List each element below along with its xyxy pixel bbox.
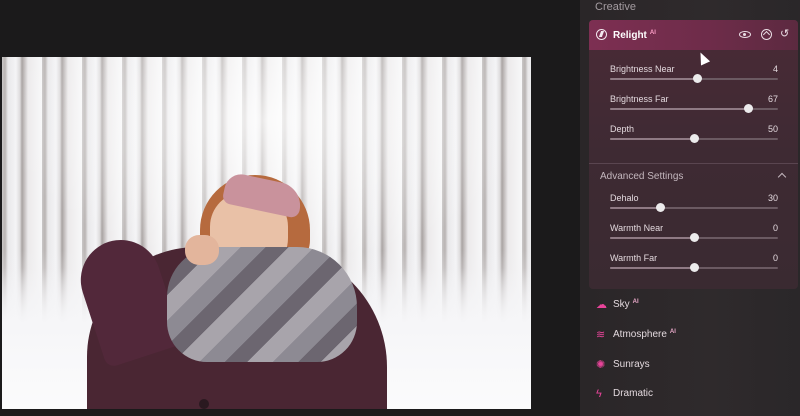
eye-icon[interactable]: [739, 31, 751, 38]
undo-icon[interactable]: ↺: [780, 29, 789, 40]
photo-hand: [185, 235, 219, 265]
ai-badge: AI: [632, 299, 639, 305]
slider-fill: [610, 207, 661, 209]
slider-value[interactable]: 4: [773, 64, 778, 74]
slider-depth[interactable]: Depth 50: [610, 124, 780, 148]
tool-label: Dramatic: [613, 388, 653, 399]
relight-icon: [596, 29, 607, 40]
tool-item-sky[interactable]: ☁ Sky AI: [596, 298, 776, 314]
slider-value[interactable]: 0: [773, 253, 778, 263]
slider-track[interactable]: [610, 263, 778, 272]
ai-badge: AI: [649, 30, 656, 36]
slider-dehalo[interactable]: Dehalo 30: [610, 193, 780, 217]
slider-fill: [610, 138, 694, 140]
slider-thumb[interactable]: [656, 203, 666, 212]
slider-track[interactable]: [610, 74, 778, 83]
tool-item-sunrays[interactable]: ✺ Sunrays: [596, 358, 776, 374]
tool-item-dramatic[interactable]: ϟ Dramatic: [596, 387, 776, 403]
slider-track[interactable]: [610, 203, 778, 212]
slider-label: Brightness Near: [610, 64, 675, 74]
slider-thumb[interactable]: [693, 74, 703, 83]
mask-icon[interactable]: [761, 29, 772, 40]
slider-value[interactable]: 67: [768, 94, 778, 104]
slider-thumb[interactable]: [690, 233, 699, 242]
relight-title-text: Relight: [613, 30, 647, 41]
slider-track[interactable]: [610, 104, 778, 113]
slider-fill: [610, 237, 694, 239]
slider-track[interactable]: [610, 233, 778, 242]
relight-panel: [589, 20, 798, 289]
sun-icon: ✺: [596, 359, 606, 371]
slider-thumb[interactable]: [743, 104, 753, 113]
slider-warmth-far[interactable]: Warmth Far 0: [610, 253, 780, 277]
divider: [589, 163, 798, 164]
slider-value[interactable]: 0: [773, 223, 778, 233]
waves-icon: ≋: [596, 329, 606, 341]
slider-thumb[interactable]: [690, 263, 699, 272]
slider-fill: [610, 108, 748, 110]
ai-badge: AI: [669, 329, 676, 335]
slider-value[interactable]: 30: [768, 193, 778, 203]
tool-label-text: Dramatic: [613, 388, 654, 399]
slider-brightness-near[interactable]: Brightness Near 4: [610, 64, 780, 88]
slider-label: Depth: [610, 124, 635, 134]
section-title: Creative: [595, 1, 636, 13]
photo-preview[interactable]: [2, 57, 531, 409]
slider-label: Warmth Far: [610, 253, 658, 263]
tool-label-text: Atmosphere: [613, 329, 667, 340]
cloud-icon: ☁: [596, 299, 607, 311]
slider-label: Brightness Far: [610, 94, 669, 104]
image-canvas[interactable]: [0, 0, 580, 416]
slider-label: Dehalo: [610, 193, 639, 203]
tool-label: Atmosphere AI: [613, 329, 676, 340]
slider-label: Warmth Near: [610, 223, 664, 233]
tool-label-text: Sky: [613, 299, 630, 310]
tool-item-atmosphere[interactable]: ≋ Atmosphere AI: [596, 328, 776, 344]
tool-label: Sunrays: [613, 359, 650, 370]
tool-label: Sky AI: [613, 299, 639, 310]
slider-warmth-near[interactable]: Warmth Near 0: [610, 223, 780, 247]
slider-track[interactable]: [610, 134, 778, 143]
advanced-settings-title[interactable]: Advanced Settings: [600, 171, 683, 182]
relight-title[interactable]: Relight AI: [613, 30, 656, 41]
slider-fill: [610, 267, 694, 269]
slider-fill: [610, 78, 698, 80]
lightning-icon: ϟ: [596, 388, 602, 400]
slider-brightness-far[interactable]: Brightness Far 67: [610, 94, 780, 118]
tool-label-text: Sunrays: [613, 359, 650, 370]
slider-value[interactable]: 50: [768, 124, 778, 134]
photo-coat-button: [199, 399, 209, 409]
slider-thumb[interactable]: [690, 134, 699, 143]
